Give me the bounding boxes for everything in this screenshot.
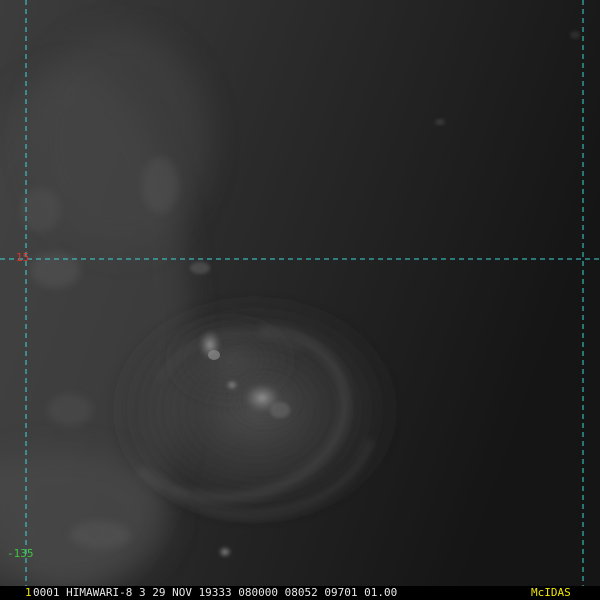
lat-lon-grid bbox=[0, 0, 600, 586]
image-info-text: 0001 HIMAWARI-8 3 29 NOV 19333 080000 08… bbox=[33, 586, 398, 599]
mcidas-logo: McIDAS bbox=[531, 586, 571, 599]
satellite-viewer: 15 -135 1 0001 HIMAWARI-8 3 29 NOV 19333… bbox=[0, 0, 600, 600]
status-bar: 1 0001 HIMAWARI-8 3 29 NOV 19333 080000 … bbox=[0, 586, 600, 600]
longitude-label: -135 bbox=[7, 547, 34, 560]
frame-number: 1 bbox=[25, 586, 32, 599]
latitude-label: 15 bbox=[16, 251, 30, 264]
